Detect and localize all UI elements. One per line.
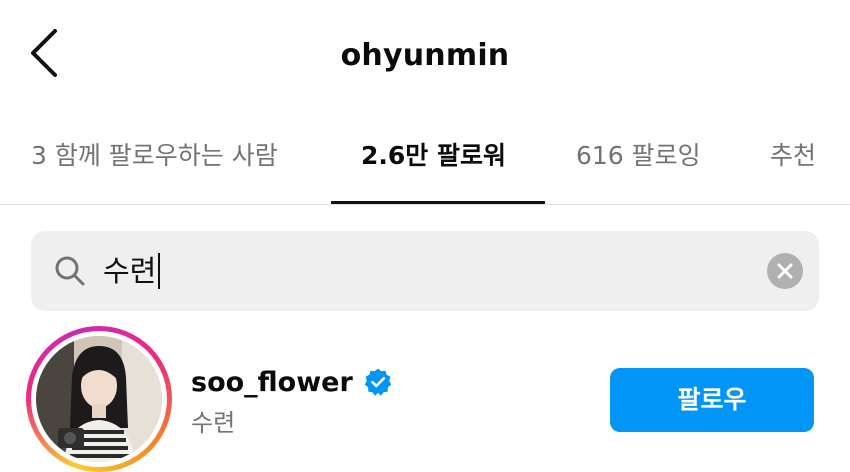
tab-mutual-followers[interactable]: 3 함께 팔로우하는 사람 — [31, 118, 278, 204]
username: soo_flower — [191, 366, 353, 398]
search-input[interactable]: 수련 — [103, 249, 161, 293]
username-line[interactable]: soo_flower — [191, 362, 393, 402]
verified-badge-icon — [364, 368, 392, 396]
clear-search-button[interactable] — [767, 253, 803, 289]
text-caret — [158, 253, 161, 289]
avatar-story-ring[interactable] — [26, 326, 172, 472]
user-list-item[interactable]: soo_flower 수련 팔로우 — [0, 320, 850, 472]
tab-suggested[interactable]: 추천 — [770, 118, 816, 204]
close-circle-icon — [777, 263, 793, 279]
tab-followers[interactable]: 2.6만 팔로워 — [361, 118, 506, 204]
follow-tabs: 3 함께 팔로우하는 사람 2.6만 팔로워 616 팔로잉 추천 — [0, 118, 850, 205]
avatar — [36, 336, 162, 462]
search-icon — [55, 256, 85, 286]
page-title: ohyunmin — [340, 38, 510, 73]
active-tab-indicator — [331, 201, 545, 204]
profile-photo — [36, 336, 162, 462]
tab-following[interactable]: 616 팔로잉 — [576, 118, 701, 204]
search-query: 수련 — [103, 254, 157, 288]
follow-button[interactable]: 팔로우 — [610, 368, 814, 432]
search-field[interactable]: 수련 — [31, 231, 819, 311]
avatar-ring-gap — [31, 331, 167, 467]
top-bar: ohyunmin — [0, 0, 850, 118]
full-name: 수련 — [191, 409, 236, 437]
